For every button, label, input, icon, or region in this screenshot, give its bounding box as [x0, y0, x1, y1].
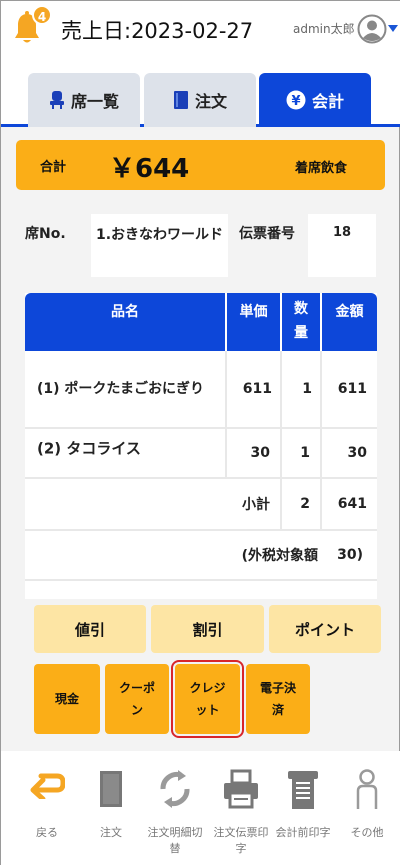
seat-value-box: 1.おきなわワールド	[91, 214, 228, 277]
header: 4 売上日:2023-02-27 admin太郎	[1, 1, 400, 57]
discount-amount-button[interactable]: 値引	[34, 605, 146, 653]
subtotal-amount: 641	[337, 496, 367, 512]
refresh-icon	[160, 770, 190, 808]
nav-label: 注文伝票印字	[213, 826, 269, 855]
book-icon	[173, 91, 188, 109]
app-frame: 4 売上日:2023-02-27 admin太郎 席一覧 注文 ¥ 会計 合計 …	[0, 0, 400, 865]
coupon-button[interactable]: クーポン	[105, 664, 169, 734]
nav-label: 戻る	[36, 826, 58, 839]
seat-value: 1.おきなわワールド	[95, 227, 224, 243]
tab-label: 会計	[311, 92, 344, 111]
taxable-amount: 30)	[337, 547, 363, 563]
slip-number: 18	[332, 225, 352, 240]
total-amount: ￥644	[109, 154, 190, 184]
item-amount: 30	[347, 445, 367, 461]
item-name: (2) タコライス	[37, 439, 141, 458]
credit-button[interactable]: クレジット	[171, 660, 244, 738]
cash-button[interactable]: 現金	[34, 664, 100, 734]
header-amount: 金額	[335, 304, 364, 320]
yen-icon: ¥	[286, 90, 306, 110]
document-icon	[100, 771, 122, 807]
user-name[interactable]: admin太郎	[293, 20, 355, 37]
item-unit-price: 30	[250, 445, 270, 461]
tab-bar: 席一覧 注文 ¥ 会計	[1, 57, 400, 127]
tab-checkout[interactable]: ¥ 会計	[259, 73, 371, 127]
seat-label: 席No.	[25, 226, 66, 242]
header-unit-price: 単価	[227, 293, 282, 351]
item-name: (1) ポークたまごおにぎり	[37, 381, 204, 397]
nav-print-slip[interactable]: 注文伝票印字	[209, 751, 273, 865]
tab-seat-list[interactable]: 席一覧	[28, 73, 140, 127]
sales-date: 売上日:2023-02-27	[61, 19, 254, 43]
table-header: 品名 単価 数 量 金額	[25, 293, 377, 351]
nav-order[interactable]: 注文	[81, 751, 141, 865]
emoney-button[interactable]: 電子決済	[246, 664, 310, 734]
nav-label: 注文明細切替	[147, 826, 203, 855]
tab-order[interactable]: 注文	[144, 73, 256, 127]
order-table[interactable]: 品名 単価 数 量 金額 (1) ポークたまごおにぎり 611 1 611 (2…	[25, 293, 377, 599]
item-quantity: 1	[300, 445, 310, 461]
item-amount: 611	[337, 381, 367, 397]
printer-icon	[224, 769, 258, 809]
taxable-label: (外税対象額	[241, 548, 318, 564]
tab-label: 席一覧	[70, 92, 119, 111]
header-quantity: 数 量	[282, 293, 322, 351]
item-unit-price: 611	[242, 381, 272, 397]
nav-back[interactable]: 戻る	[17, 751, 77, 865]
tab-label: 注文	[194, 92, 227, 111]
header-item-name: 品名	[25, 293, 227, 351]
avatar-icon[interactable]	[357, 14, 387, 44]
slip-number-label: 伝票番号	[239, 226, 295, 242]
item-quantity: 1	[302, 381, 312, 397]
total-label: 合計	[40, 160, 67, 175]
subtotal-row: 小計 2 641	[25, 479, 377, 531]
nav-label: その他	[350, 826, 384, 839]
table-row	[25, 581, 377, 599]
nav-toggle-detail[interactable]: 注文明細切替	[143, 751, 207, 865]
nav-pre-checkout-print[interactable]: 会計前印字	[271, 751, 335, 865]
notification-badge: 4	[32, 5, 52, 25]
receipt-icon	[288, 771, 318, 809]
subtotal-quantity: 2	[300, 496, 310, 512]
slip-number-box: 18	[308, 214, 376, 277]
nav-label: 会計前印字	[275, 826, 331, 839]
total-bar: 合計 ￥644 着席飲食	[16, 140, 385, 190]
person-icon	[356, 769, 378, 809]
svg-text:¥: ¥	[291, 94, 300, 109]
seat-icon	[49, 91, 64, 109]
table-row[interactable]: (1) ポークたまごおにぎり 611 1 611	[25, 351, 377, 429]
nav-other[interactable]: その他	[337, 751, 397, 865]
nav-label: 注文	[100, 826, 122, 839]
chevron-down-icon[interactable]	[388, 25, 398, 32]
points-button[interactable]: ポイント	[269, 605, 381, 653]
table-row[interactable]: (2) タコライス 30 1 30	[25, 429, 377, 479]
subtotal-label: 小計	[242, 497, 270, 513]
bottom-nav: 戻る 注文 注文明細切替 注文伝票印字 会計前印字 その他	[1, 751, 400, 865]
back-arrow-icon	[30, 773, 65, 799]
discount-rate-button[interactable]: 割引	[151, 605, 264, 653]
dining-type: 着席飲食	[295, 161, 348, 176]
taxable-row: (外税対象額 30)	[25, 531, 377, 581]
